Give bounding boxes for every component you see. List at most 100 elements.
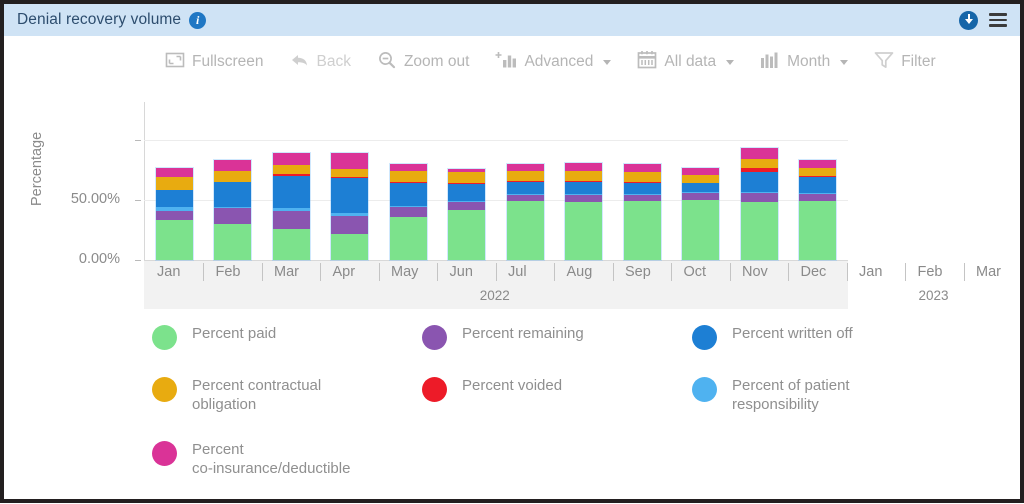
zoom-out-label: Zoom out xyxy=(403,53,470,71)
bar-jun[interactable] xyxy=(447,167,486,262)
bar-segment[interactable] xyxy=(389,164,427,172)
bar-segment[interactable] xyxy=(506,201,544,260)
bar-segment[interactable] xyxy=(448,172,485,184)
bar-segment[interactable] xyxy=(565,171,602,181)
bar-feb[interactable] xyxy=(213,159,252,261)
bar-sep[interactable] xyxy=(622,163,662,261)
bar-segment[interactable] xyxy=(565,162,602,172)
bar-segment[interactable] xyxy=(565,202,602,260)
bar-dec[interactable] xyxy=(798,159,837,261)
bar-segment[interactable] xyxy=(272,176,310,209)
bar-segment[interactable] xyxy=(331,233,368,260)
bar-segment[interactable] xyxy=(740,159,778,168)
bar-segment[interactable] xyxy=(799,177,836,193)
legend-label: Percent voided xyxy=(462,377,563,394)
bar-jan[interactable] xyxy=(154,166,194,262)
hamburger-menu-icon[interactable] xyxy=(989,13,1007,27)
bar-segment[interactable] xyxy=(214,182,251,208)
bar-segment[interactable] xyxy=(331,215,368,234)
bar-segment[interactable] xyxy=(799,201,836,260)
bar-segment[interactable] xyxy=(389,171,427,183)
bar-segment[interactable] xyxy=(506,171,544,181)
bar-jul[interactable] xyxy=(505,163,545,261)
bar-segment[interactable] xyxy=(623,183,661,195)
fullscreen-button[interactable]: Fullscreen xyxy=(152,52,277,73)
bar-segment[interactable] xyxy=(682,167,719,175)
bar-segment[interactable] xyxy=(272,165,310,174)
bar-segment[interactable] xyxy=(799,167,836,177)
bar-segment[interactable] xyxy=(740,202,778,260)
bar-segment[interactable] xyxy=(214,224,251,260)
bar-segment[interactable] xyxy=(155,177,193,191)
bar-segment[interactable] xyxy=(448,202,485,210)
bar-segment[interactable] xyxy=(155,220,193,260)
bar-segment[interactable] xyxy=(799,194,836,202)
bar-segment[interactable] xyxy=(214,171,251,183)
chevron-down-icon xyxy=(840,59,849,65)
bar-segment[interactable] xyxy=(740,148,778,160)
legend-item[interactable]: Percent voided xyxy=(422,376,692,414)
bar-segment[interactable] xyxy=(682,174,719,184)
bar-segment[interactable] xyxy=(565,182,602,195)
bar-segment[interactable] xyxy=(448,184,485,202)
x-axis-separator xyxy=(729,263,731,281)
legend-item[interactable]: Percent paid xyxy=(152,324,422,350)
advanced-button[interactable]: Advanced xyxy=(482,51,624,74)
download-icon[interactable] xyxy=(959,10,978,30)
x-axis-tick-label: Apr xyxy=(332,264,356,280)
bar-segment[interactable] xyxy=(272,153,310,166)
month-button[interactable]: Month xyxy=(747,51,861,74)
bar-segment[interactable] xyxy=(389,183,427,207)
bar-segment[interactable] xyxy=(682,200,719,260)
bar-segment[interactable] xyxy=(682,183,719,192)
bar-segment[interactable] xyxy=(506,182,544,195)
bar-segment[interactable] xyxy=(448,209,485,260)
x-axis-tick-label: Feb xyxy=(917,264,943,280)
x-axis-group-label: 2022 xyxy=(479,288,510,303)
bar-aug[interactable] xyxy=(564,161,603,262)
bar-apr[interactable] xyxy=(330,152,369,261)
bar-segment[interactable] xyxy=(565,195,602,203)
legend-item[interactable]: Percent co-insurance/deductible xyxy=(152,440,422,478)
x-axis-tick-label: Oct xyxy=(683,264,707,280)
bar-segment[interactable] xyxy=(331,168,368,178)
bar-oct[interactable] xyxy=(681,166,720,262)
back-arrow-icon xyxy=(290,52,310,73)
bar-segment[interactable] xyxy=(799,160,836,168)
bar-segment[interactable] xyxy=(740,192,778,203)
bar-segment[interactable] xyxy=(623,164,661,173)
bar-segment[interactable] xyxy=(155,167,193,178)
titlebar-actions xyxy=(959,10,1007,30)
bar-segment[interactable] xyxy=(682,192,719,200)
bar-segment[interactable] xyxy=(214,208,251,224)
bar-segment[interactable] xyxy=(214,160,251,172)
legend-item[interactable]: Percent contractual obligation xyxy=(152,376,422,414)
back-button[interactable]: Back xyxy=(277,52,364,73)
bar-segment[interactable] xyxy=(623,201,661,260)
bar-may[interactable] xyxy=(388,163,428,261)
legend-item[interactable]: Percent remaining xyxy=(422,324,692,350)
bar-segment[interactable] xyxy=(272,228,310,260)
bar-segment[interactable] xyxy=(740,172,778,192)
bar-nov[interactable] xyxy=(739,147,779,261)
bar-segment[interactable] xyxy=(331,153,368,169)
bar-segment[interactable] xyxy=(506,164,544,172)
bar-segment[interactable] xyxy=(389,216,427,260)
filter-button[interactable]: Filter xyxy=(861,51,948,74)
bar-segment[interactable] xyxy=(155,210,193,221)
bar-segment[interactable] xyxy=(155,190,193,208)
bar-segment[interactable] xyxy=(389,207,427,217)
x-axis-tick-label: Dec xyxy=(800,264,827,280)
x-axis-separator xyxy=(963,263,965,281)
x-axis-tick-label: Mar xyxy=(976,264,1001,280)
legend-item[interactable]: Percent of patient responsibility xyxy=(692,376,962,414)
bar-segment[interactable] xyxy=(331,178,368,214)
zoom-out-button[interactable]: Zoom out xyxy=(364,51,482,74)
bar-segment[interactable] xyxy=(272,210,310,229)
bar-segment[interactable] xyxy=(623,172,661,183)
bar-mar[interactable] xyxy=(271,152,311,261)
all-data-button[interactable]: All data xyxy=(624,50,747,74)
info-icon[interactable]: i xyxy=(189,11,207,29)
legend-color-swatch xyxy=(152,441,177,466)
legend-item[interactable]: Percent written off xyxy=(692,324,962,350)
